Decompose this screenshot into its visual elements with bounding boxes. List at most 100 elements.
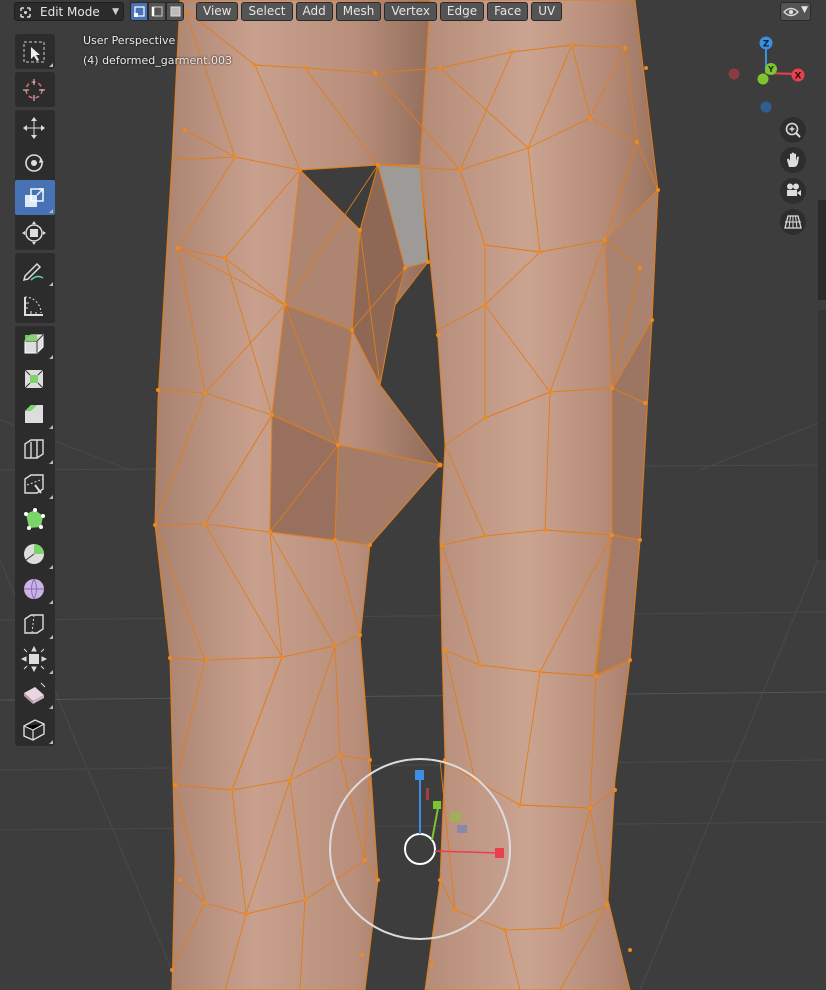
shrink-fatten-icon [21,646,47,672]
smooth-tool[interactable] [15,571,55,606]
more-tools-indicator [49,740,53,744]
viewport-scene[interactable] [0,0,826,990]
more-tools-indicator [49,460,53,464]
tool-group-select [15,34,55,69]
ortho-toggle-button[interactable] [780,209,806,235]
loop-cut-tool[interactable] [15,431,55,466]
extrude-icon [24,334,44,354]
more-tools-indicator [49,705,53,709]
loop-cut-icon [24,439,44,459]
face-select-mode-button[interactable] [166,2,184,21]
rip-region-icon [23,719,45,741]
rotate-icon [25,154,44,172]
svg-text:X: X [795,72,802,82]
more-tools-indicator [49,355,53,359]
mode-dropdown[interactable]: Edit Mode ▼ [14,2,124,21]
inset-faces-tool[interactable] [15,361,55,396]
cursor-tool[interactable] [15,72,55,107]
svg-text:Y: Y [767,65,774,74]
more-tools-indicator [49,670,53,674]
knife-icon [24,474,44,494]
edge-select-mode-button[interactable] [148,2,166,21]
perspective-label: User Perspective [83,34,176,47]
navigation-gizmo[interactable]: Z X Y [726,33,812,115]
menu-vertex[interactable]: Vertex [384,2,437,21]
menu-view[interactable]: View [196,2,239,21]
tool-group-annotate [15,253,55,323]
vertex-select-mode-button[interactable] [130,2,148,21]
chevron-down-icon: ▼ [801,5,808,15]
tool-group-cursor [15,72,55,107]
camera-icon [787,183,801,196]
header-menus: View Select Add Mesh Vertex Edge Face UV [196,2,563,21]
shear-tool[interactable] [15,676,55,711]
sidebar-edge[interactable] [818,310,826,560]
svg-text:Z: Z [763,40,770,50]
edge-slide-icon [24,614,44,634]
3d-viewport[interactable]: Edit Mode ▼ View Select Add Mesh Vertex … [0,0,826,990]
scale-tool[interactable] [15,180,55,215]
extrude-region-tool[interactable] [15,326,55,361]
more-tools-indicator [49,282,53,286]
pan-button[interactable] [780,147,806,173]
more-tools-indicator [49,600,53,604]
select-box-tool[interactable] [15,34,55,69]
neg-x-axis-handle [728,68,740,80]
smooth-sphere-icon [24,578,44,600]
menu-add[interactable]: Add [295,2,333,21]
measure-tool[interactable] [15,288,55,323]
more-tools-indicator [49,425,53,429]
pan-hand-icon [787,152,799,167]
tool-group-transform [15,110,55,250]
floor-grid [0,419,826,990]
inset-faces-icon [24,369,44,389]
more-tools-indicator [49,63,53,67]
edit-mode-icon [20,7,31,18]
face-select-icon [170,6,181,17]
neg-y-axis-handle [757,73,769,85]
edge-slide-tool[interactable] [15,606,55,641]
poly-build-tool[interactable] [15,501,55,536]
more-tools-indicator [49,635,53,639]
menu-edge[interactable]: Edge [439,2,485,21]
measure-ruler-icon [24,296,43,316]
transform-tool[interactable] [15,215,55,250]
rotate-tool[interactable] [15,145,55,180]
camera-view-button[interactable] [780,178,806,204]
bevel-tool[interactable] [15,396,55,431]
zoom-button[interactable] [780,117,806,143]
shrink-fatten-tool[interactable] [15,641,55,676]
bevel-icon [25,405,43,423]
mode-label: Edit Mode [40,5,100,19]
tool-group-mesh-edit [15,326,55,746]
poly-build-icon [24,508,45,530]
zoom-icon [785,122,801,138]
tool-shelf [15,34,55,749]
annotate-tool[interactable] [15,253,55,288]
cursor-crosshair-icon [23,79,45,101]
chevron-down-icon: ▼ [112,7,119,17]
select-box-icon [23,41,45,63]
move-arrows-icon [23,117,45,139]
transform-icon [22,221,46,245]
spin-tool[interactable] [15,536,55,571]
eye-icon [783,7,799,17]
spin-icon [24,544,44,564]
ortho-grid-icon [784,215,802,229]
rip-region-tool[interactable] [15,711,55,746]
shear-icon [24,682,46,704]
move-tool[interactable] [15,110,55,145]
knife-tool[interactable] [15,466,55,501]
menu-select[interactable]: Select [241,2,293,21]
region-scroll-edge [818,200,826,300]
menu-face[interactable]: Face [487,2,529,21]
more-tools-indicator [49,565,53,569]
more-tools-indicator [49,495,53,499]
floor-axis-line [0,691,826,701]
scale-icon [25,188,44,207]
menu-mesh[interactable]: Mesh [335,2,382,21]
vertex-select-icon [134,6,145,17]
object-visibility-button[interactable]: ▼ [780,2,811,21]
active-object-label: (4) deformed_garment.003 [83,54,233,67]
menu-uv[interactable]: UV [531,2,563,21]
